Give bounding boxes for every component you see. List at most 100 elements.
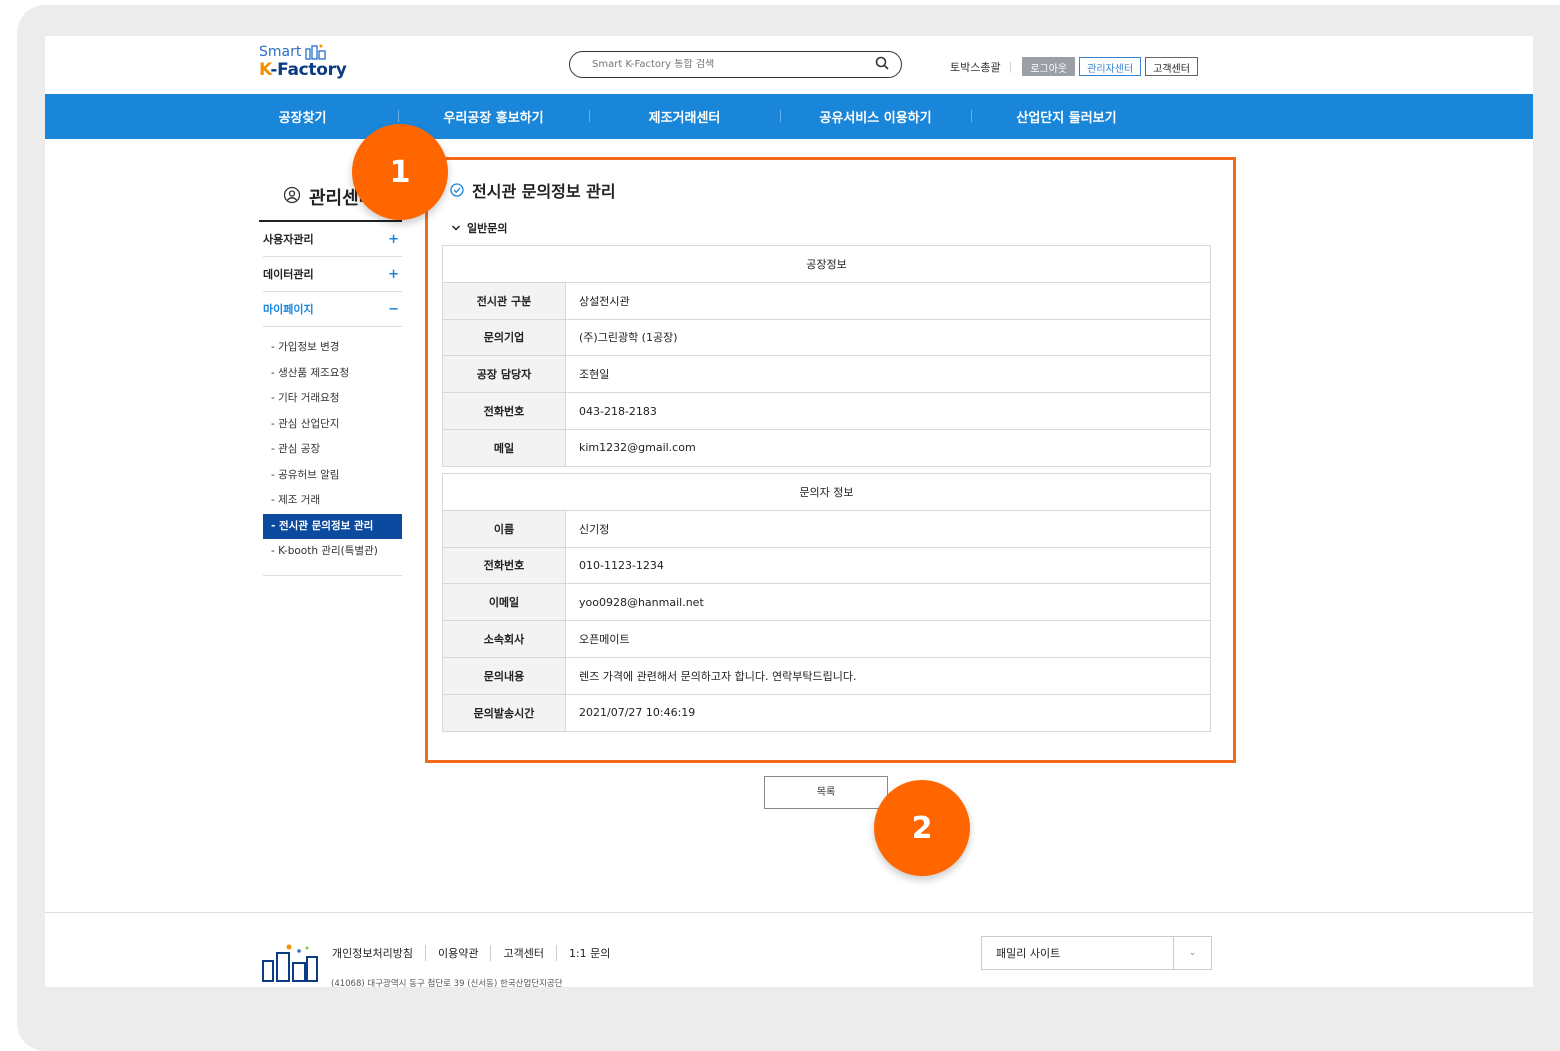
row-value: (주)그린광학 (1공장) xyxy=(565,318,1211,357)
row-label: 문의기업 xyxy=(442,318,566,357)
table-row: 소속회사 오픈메이트 xyxy=(442,620,1211,658)
sidebar-subitem[interactable]: - 공유허브 알림 xyxy=(263,463,402,489)
table-row: 이름 신기정 xyxy=(442,509,1211,548)
sidebar-subitem-label: 전시관 문의정보 관리 xyxy=(279,519,374,532)
nav-item-factory-search[interactable]: 공장찾기 xyxy=(207,107,398,126)
row-label: 이름 xyxy=(442,509,566,548)
sidebar-subitem-label: 관심 산업단지 xyxy=(278,417,340,430)
footer-links: 개인정보처리방침 이용약관 고객센터 1:1 문의 xyxy=(332,945,622,961)
sidebar-subitem[interactable]: - K-booth 관리(특별관) xyxy=(263,539,402,565)
table-group-header: 공장정보 xyxy=(442,245,1211,283)
list-button[interactable]: 목록 xyxy=(764,776,888,809)
footer: 개인정보처리방침 이용약관 고객센터 1:1 문의 (41068) 대구광역시 … xyxy=(45,912,1533,987)
table-row: 이메일 yoo0928@hanmail.net xyxy=(442,583,1211,622)
factory-info-table: 공장정보 전시관 구분 상설전시관 문의기업 (주)그린광학 (1공장) 공장 … xyxy=(442,245,1211,467)
table-row: 문의기업 (주)그린광학 (1공장) xyxy=(442,318,1211,357)
table-row: 전화번호 010-1123-1234 xyxy=(442,546,1211,585)
row-value: 상설전시관 xyxy=(565,281,1211,320)
footer-link-inquiry[interactable]: 1:1 문의 xyxy=(555,945,622,961)
expand-icon: + xyxy=(388,231,399,247)
family-site-select[interactable]: 패밀리 사이트 ⌄ xyxy=(981,936,1212,970)
row-value: 043-218-2183 xyxy=(565,392,1211,430)
row-value: kim1232@gmail.com xyxy=(565,428,1211,467)
row-label: 전시관 구분 xyxy=(442,281,566,320)
table-row: 문의발송시간 2021/07/27 10:46:19 xyxy=(442,693,1211,732)
nav-item-shared-service[interactable]: 공유서비스 이용하기 xyxy=(780,107,971,126)
row-value: 오픈메이트 xyxy=(565,620,1211,658)
row-value: 렌즈 가격에 관련해서 문의하고자 합니다. 연락부탁드립니다. xyxy=(565,656,1211,695)
row-value: 조현일 xyxy=(565,355,1211,394)
sidebar-item-label: 데이터관리 xyxy=(263,268,314,281)
table-group-header: 문의자 정보 xyxy=(442,473,1211,511)
customer-center-button[interactable]: 고객센터 xyxy=(1145,57,1198,76)
row-value: 010-1123-1234 xyxy=(565,546,1211,585)
page-title: 전시관 문의정보 관리 xyxy=(450,180,1208,201)
browser-screen: Smart K-Factory 토박스총괄 | 로그아웃 관리자센터 고객센터 … xyxy=(45,36,1533,987)
sidebar-submenu: - 가입정보 변경 - 생산품 제조요청 - 기타 거래요청 - 관심 산업단지… xyxy=(263,327,402,576)
table-row: 전화번호 043-218-2183 xyxy=(442,392,1211,430)
footer-link-privacy[interactable]: 개인정보처리방침 xyxy=(332,945,425,961)
nav-item-trade-center[interactable]: 제조거래센터 xyxy=(589,107,780,126)
expand-icon: + xyxy=(388,266,399,282)
sidebar-subitem-label: 가입정보 변경 xyxy=(278,341,340,353)
sidebar-item-label: 사용자관리 xyxy=(263,233,314,246)
sidebar-subitem-label: 제조 거래 xyxy=(278,494,321,506)
search-icon[interactable] xyxy=(875,56,889,70)
sidebar-subitem[interactable]: - 관심 산업단지 xyxy=(263,412,402,438)
page-title-text: 전시관 문의정보 관리 xyxy=(472,182,616,201)
site-logo[interactable]: Smart K-Factory xyxy=(259,44,347,79)
row-label: 공장 담당자 xyxy=(442,355,566,394)
check-circle-icon xyxy=(450,183,464,197)
row-label: 문의내용 xyxy=(442,656,566,695)
admin-center-button[interactable]: 관리자센터 xyxy=(1079,57,1142,76)
sidebar-subitem[interactable]: - 제조 거래 xyxy=(263,488,402,514)
table-row: 메일 kim1232@gmail.com xyxy=(442,428,1211,467)
row-value: 신기정 xyxy=(565,509,1211,548)
logout-button[interactable]: 로그아웃 xyxy=(1022,57,1076,76)
sidebar-menu: 사용자관리 + 데이터관리 + 마이페이지 − - 가입정보 변경 - 생산품 … xyxy=(263,222,402,576)
table-row: 문의내용 렌즈 가격에 관련해서 문의하고자 합니다. 연락부탁드립니다. xyxy=(442,656,1211,695)
row-label: 전화번호 xyxy=(442,546,566,585)
step-marker-2: 2 xyxy=(874,780,970,876)
table-row: 전시관 구분 상설전시관 xyxy=(442,281,1211,320)
nav-item-industrial-complex[interactable]: 산업단지 둘러보기 xyxy=(971,107,1162,126)
sidebar-subitem-active[interactable]: - 전시관 문의정보 관리 xyxy=(263,513,402,539)
sidebar-subitem[interactable]: - 관심 공장 xyxy=(263,437,402,463)
row-label: 이메일 xyxy=(442,583,566,622)
sidebar-subitem[interactable]: - 가입정보 변경 xyxy=(263,335,402,361)
logo-factory-text: -Factory xyxy=(270,60,347,80)
main-nav: 공장찾기 우리공장 홍보하기 제조거래센터 공유서비스 이용하기 산업단지 둘러… xyxy=(45,94,1533,139)
footer-link-customer-center[interactable]: 고객센터 xyxy=(490,945,555,961)
sidebar-item-label: 마이페이지 xyxy=(263,303,314,316)
sidebar-subitem[interactable]: - 생산품 제조요청 xyxy=(263,361,402,387)
logo-k-letter: K xyxy=(259,60,271,80)
main-content: 전시관 문의정보 관리 일반문의 공장정보 전시관 구분 상설전시관 문의기업 … xyxy=(442,180,1211,732)
step-marker-1: 1 xyxy=(352,124,448,220)
utility-menu: 토박스총괄 | 로그아웃 관리자센터 고객센터 xyxy=(950,57,1202,76)
family-site-label: 패밀리 사이트 xyxy=(996,947,1061,960)
logo-smart-text: Smart xyxy=(259,44,302,60)
sidebar-subitem-label: 기타 거래요청 xyxy=(278,392,340,404)
sidebar-item-data-management[interactable]: 데이터관리 + xyxy=(263,257,402,292)
sidebar-subitem-label: 공유허브 알림 xyxy=(278,468,340,481)
footer-address: (41068) 대구광역시 동구 첨단로 39 (신서동) 한국산업단지공단 xyxy=(331,979,563,987)
sidebar-item-user-management[interactable]: 사용자관리 + xyxy=(263,222,402,257)
search-input[interactable] xyxy=(592,59,852,70)
sidebar-subitem[interactable]: - 기타 거래요청 xyxy=(263,386,402,412)
nav-item-promote[interactable]: 우리공장 홍보하기 xyxy=(398,107,589,126)
admin-user-icon xyxy=(283,186,301,204)
footer-link-terms[interactable]: 이용약관 xyxy=(424,945,490,961)
sidebar-subitem-label: 관심 공장 xyxy=(278,443,321,455)
search-bar[interactable] xyxy=(569,51,902,78)
chevron-down-icon: ⌄ xyxy=(1173,937,1211,969)
section-title-text: 일반문의 xyxy=(467,222,508,235)
row-label: 전화번호 xyxy=(442,392,566,430)
inquirer-info-table: 문의자 정보 이름 신기정 전화번호 010-1123-1234 이메일 yoo… xyxy=(442,473,1211,732)
footer-logo-icon xyxy=(262,944,318,982)
logo-city-icon xyxy=(305,44,327,60)
row-value: 2021/07/27 10:46:19 xyxy=(565,693,1211,732)
section-title[interactable]: 일반문의 xyxy=(451,220,1208,236)
sidebar-item-mypage[interactable]: 마이페이지 − xyxy=(263,292,402,327)
table-row: 공장 담당자 조현일 xyxy=(442,355,1211,394)
divider: | xyxy=(1008,60,1013,73)
